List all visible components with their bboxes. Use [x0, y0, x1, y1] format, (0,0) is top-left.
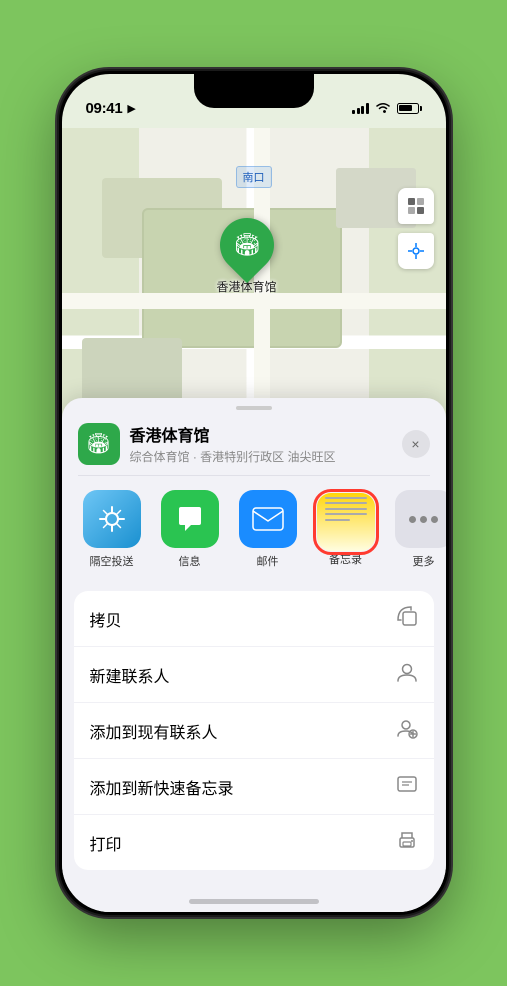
- messages-icon: [161, 490, 219, 548]
- close-button[interactable]: ×: [402, 430, 430, 458]
- venue-pin[interactable]: 🏟 香港体育馆: [217, 218, 277, 295]
- action-copy-label: 拷贝: [90, 607, 122, 631]
- status-icons: [352, 102, 422, 114]
- share-item-notes[interactable]: 备忘录: [310, 493, 382, 567]
- action-print[interactable]: 打印: [74, 815, 434, 870]
- bottom-sheet: 🏟 香港体育馆 综合体育馆 · 香港特别行政区 油尖旺区 × 隔空投送: [62, 398, 446, 912]
- notch: [194, 74, 314, 108]
- phone-screen: 09:41 ▶: [62, 74, 446, 912]
- battery-icon: [397, 103, 422, 114]
- action-add-existing[interactable]: 添加到现有联系人: [74, 703, 434, 759]
- venue-info: 香港体育馆 综合体育馆 · 香港特别行政区 油尖旺区: [130, 422, 402, 465]
- location-button[interactable]: [398, 233, 434, 269]
- phone-frame: 09:41 ▶: [59, 71, 449, 915]
- map-type-button[interactable]: [398, 188, 434, 224]
- mail-icon: [239, 490, 297, 548]
- airdrop-label: 隔空投送: [90, 553, 134, 569]
- home-indicator: [62, 878, 446, 912]
- map-controls: [398, 188, 434, 269]
- share-item-more[interactable]: 更多: [388, 490, 446, 569]
- venue-header: 🏟 香港体育馆 综合体育馆 · 香港特别行政区 油尖旺区 ×: [62, 410, 446, 475]
- new-contact-icon: [396, 661, 418, 688]
- venue-logo: 🏟: [78, 423, 120, 465]
- home-bar: [189, 899, 319, 904]
- action-print-label: 打印: [90, 831, 122, 855]
- print-icon: [396, 829, 418, 856]
- more-icon: [395, 490, 446, 548]
- copy-icon: [396, 605, 418, 632]
- venue-desc-text: 综合体育馆 · 香港特别行政区 油尖旺区: [130, 448, 402, 465]
- share-item-mail[interactable]: 邮件: [232, 490, 304, 569]
- mail-label: 邮件: [257, 553, 279, 569]
- notes-label: 备忘录: [329, 551, 362, 567]
- add-existing-icon: [396, 717, 418, 744]
- action-copy[interactable]: 拷贝: [74, 591, 434, 647]
- action-list: 拷贝 新建联系人 添加到现有联系人: [74, 591, 434, 870]
- map-location-label: 南口: [236, 166, 272, 188]
- share-item-messages[interactable]: 信息: [154, 490, 226, 569]
- more-label: 更多: [413, 553, 435, 569]
- status-time: 09:41: [86, 100, 123, 117]
- share-item-airdrop[interactable]: 隔空投送: [76, 490, 148, 569]
- action-new-contact[interactable]: 新建联系人: [74, 647, 434, 703]
- airdrop-icon: [83, 490, 141, 548]
- action-new-contact-label: 新建联系人: [90, 663, 170, 687]
- signal-bars-icon: [352, 103, 369, 114]
- quick-note-icon: [396, 773, 418, 800]
- messages-label: 信息: [179, 553, 201, 569]
- location-icon: ▶: [127, 102, 135, 115]
- action-quick-note-label: 添加到新快速备忘录: [90, 775, 234, 799]
- action-add-existing-label: 添加到现有联系人: [90, 719, 218, 743]
- share-row: 隔空投送 信息 邮件: [62, 476, 446, 583]
- notes-icon: [317, 493, 375, 551]
- action-quick-note[interactable]: 添加到新快速备忘录: [74, 759, 434, 815]
- venue-pin-icon: 🏟: [233, 232, 261, 258]
- venue-name-text: 香港体育馆: [130, 422, 402, 446]
- wifi-icon: [375, 102, 391, 114]
